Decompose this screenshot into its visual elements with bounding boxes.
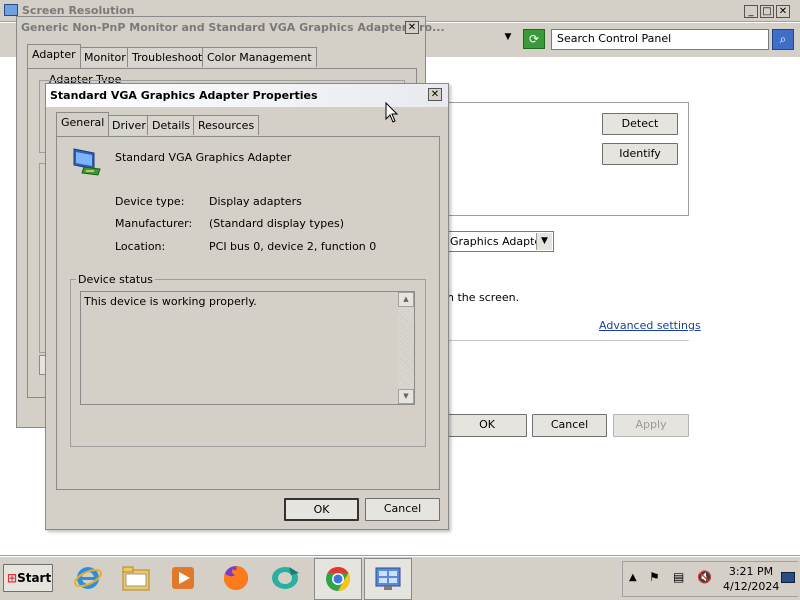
general-tab-panel: Standard VGA Graphics Adapter Device typ… — [56, 136, 440, 490]
adapter-dialog-title: Standard VGA Graphics Adapter Properties — [50, 89, 318, 102]
minimize-button[interactable]: _ — [744, 5, 758, 18]
screen-cancel-button[interactable]: Cancel — [532, 414, 607, 437]
screen-hint-text: n the screen. — [447, 291, 520, 304]
clock-time[interactable]: 3:21 PM — [727, 565, 775, 578]
identify-button[interactable]: Identify — [602, 143, 678, 165]
detect-button[interactable]: Detect — [602, 113, 678, 135]
control-panel-icon[interactable] — [364, 558, 412, 600]
close-button[interactable]: ✕ — [776, 5, 790, 18]
monitor-tabstrip: Adapter Monitor Troubleshoot Color Manag… — [27, 44, 417, 69]
file-explorer-icon[interactable] — [116, 559, 156, 597]
system-tray: ▲ ⚑ ▤ 🔇 3:21 PM 4/12/2024 — [622, 561, 798, 597]
search-input[interactable]: Search Control Panel — [551, 29, 769, 50]
tab-monitor[interactable]: Monitor — [79, 47, 131, 67]
media-player-icon[interactable] — [163, 559, 203, 597]
tab-details[interactable]: Details — [147, 115, 196, 135]
tab-resources[interactable]: Resources — [193, 115, 260, 135]
adapter-ok-button[interactable]: OK — [284, 498, 359, 521]
tab-general[interactable]: General — [56, 112, 110, 136]
mouse-cursor-icon — [385, 101, 399, 124]
device-status-text: This device is working properly. — [84, 295, 257, 308]
manufacturer-label: Manufacturer: — [115, 217, 193, 230]
scroll-down-icon[interactable]: ▼ — [398, 389, 414, 404]
internet-explorer-icon[interactable] — [68, 559, 108, 597]
device-type-label: Device type: — [115, 195, 185, 208]
tab-color-management[interactable]: Color Management — [202, 47, 317, 67]
manufacturer-value: (Standard display types) — [209, 217, 344, 230]
show-desktop-icon[interactable] — [781, 572, 795, 583]
address-dropdown-icon[interactable]: ▼ — [502, 32, 514, 44]
device-status-label: Device status — [76, 273, 155, 286]
start-label: Start — [17, 571, 52, 585]
refresh-button[interactable]: ⟳ — [523, 29, 545, 49]
windows-logo-icon: ⊞ — [7, 571, 18, 585]
clock-date[interactable]: 4/12/2024 — [723, 580, 779, 593]
divider — [440, 340, 689, 341]
adapter-dialog-close-icon[interactable]: ✕ — [428, 88, 442, 101]
advanced-settings-link[interactable]: Advanced settings — [599, 319, 701, 332]
device-type-value: Display adapters — [209, 195, 302, 208]
firefox-icon[interactable] — [216, 559, 256, 597]
monitor-dialog-title: Generic Non-PnP Monitor and Standard VGA… — [21, 21, 445, 34]
taskbar: ⊞Start ▲ ⚑ ▤ 🔇 3:21 PM 4/12/2024 — [0, 556, 800, 600]
volume-muted-icon[interactable]: 🔇 — [697, 570, 712, 584]
device-name: Standard VGA Graphics Adapter — [115, 151, 292, 164]
screen-ok-button[interactable]: OK — [447, 414, 527, 437]
location-label: Location: — [115, 240, 166, 253]
display-icon — [4, 4, 18, 16]
network-icon[interactable]: ▤ — [673, 570, 684, 584]
display-select-value: Graphics Adapter — [450, 235, 546, 248]
adapter-cancel-button[interactable]: Cancel — [365, 498, 440, 521]
display-select[interactable]: Graphics Adapter ▼ — [445, 231, 554, 252]
scroll-up-icon[interactable]: ▲ — [398, 292, 414, 307]
tab-adapter[interactable]: Adapter — [27, 44, 81, 68]
start-button[interactable]: ⊞Start — [3, 564, 53, 592]
monitor-dialog-titlebar: Generic Non-PnP Monitor and Standard VGA… — [17, 17, 445, 39]
search-icon[interactable]: ⌕ — [772, 29, 794, 50]
status-scrollbar[interactable]: ▲ ▼ — [398, 292, 414, 404]
chrome-icon[interactable] — [314, 558, 362, 600]
remote-app-icon[interactable] — [265, 559, 305, 597]
adapter-tabstrip: General Driver Details Resources — [56, 112, 440, 137]
device-status-textbox: This device is working properly. ▲ ▼ — [80, 291, 415, 405]
monitor-dialog-close-icon[interactable]: ✕ — [405, 21, 419, 34]
chevron-down-icon: ▼ — [536, 233, 552, 250]
screen-apply-button[interactable]: Apply — [613, 414, 689, 437]
maximize-button[interactable]: □ — [760, 5, 774, 18]
show-hidden-icons-icon[interactable]: ▲ — [629, 572, 637, 583]
tab-troubleshoot[interactable]: Troubleshoot — [127, 47, 208, 67]
tab-driver[interactable]: Driver — [107, 115, 151, 135]
location-value: PCI bus 0, device 2, function 0 — [209, 240, 377, 253]
adapter-properties-dialog: Standard VGA Graphics Adapter Properties… — [45, 83, 449, 530]
action-center-flag-icon[interactable]: ⚑ — [649, 570, 660, 584]
display-adapter-icon — [70, 145, 102, 177]
